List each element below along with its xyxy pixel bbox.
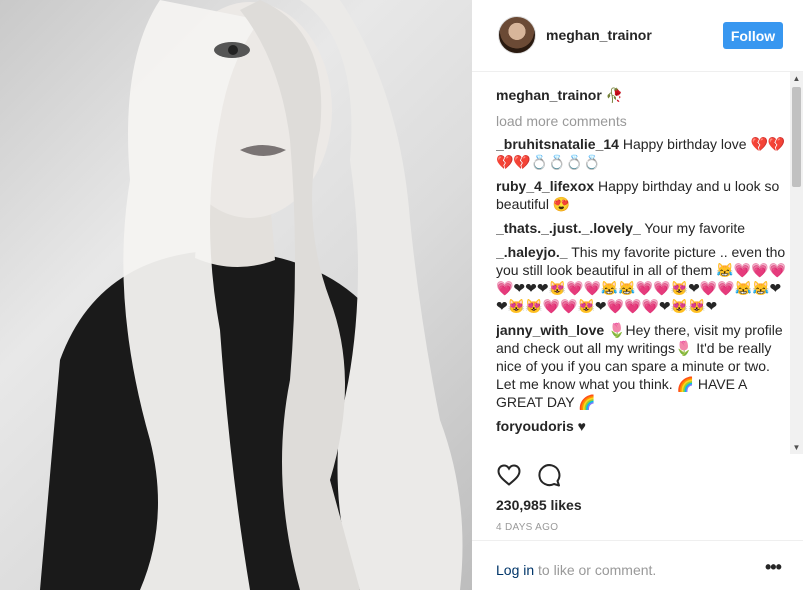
heart-icon[interactable] <box>496 462 522 488</box>
avatar[interactable] <box>498 16 536 54</box>
comment-username[interactable]: _thats._.just._.lovely_ <box>496 220 641 236</box>
follow-button[interactable]: Follow <box>723 22 783 49</box>
caption-text: 🥀 <box>605 87 624 103</box>
post-photo <box>0 0 472 590</box>
login-prompt-text: to like or comment. <box>534 562 657 578</box>
scroll-up-arrow-icon[interactable]: ▲ <box>790 72 803 85</box>
post-header: meghan_trainor Follow <box>472 0 803 72</box>
post-timestamp[interactable]: 4 DAYS AGO <box>496 522 558 533</box>
comment-item: janny_with_love 🌷Hey there, visit my pro… <box>496 321 786 411</box>
scroll-down-arrow-icon[interactable]: ▼ <box>790 441 803 454</box>
scroll-thumb[interactable] <box>792 87 801 187</box>
comment-bubble-icon[interactable] <box>536 462 562 488</box>
login-link[interactable]: Log in <box>496 562 534 578</box>
comment-item: _bruhitsnatalie_14 Happy birthday love 💔… <box>496 135 786 171</box>
comments-list: meghan_trainor 🥀 load more comments _bru… <box>496 86 786 456</box>
comment-text: ♥ <box>573 418 586 434</box>
caption-username[interactable]: meghan_trainor <box>496 87 602 103</box>
load-more-comments-link[interactable]: load more comments <box>496 112 786 130</box>
comment-username[interactable]: janny_with_love <box>496 322 604 338</box>
comments-scrollbar[interactable]: ▲ ▼ <box>790 72 803 454</box>
comment-item: _.haleyjo._ This my favorite picture .. … <box>496 243 786 315</box>
header-username[interactable]: meghan_trainor <box>546 27 652 43</box>
comment-username[interactable]: _bruhitsnatalie_14 <box>496 136 619 152</box>
comment-item: _thats._.just._.lovely_ Your my favorite <box>496 219 786 237</box>
comment-item: ruby_4_lifexox Happy birthday and u look… <box>496 177 786 213</box>
comment-username[interactable]: _.haleyjo._ <box>496 244 568 260</box>
caption: meghan_trainor 🥀 <box>496 86 786 104</box>
more-options-icon[interactable]: ••• <box>765 557 782 578</box>
post-detail-panel: meghan_trainor Follow meghan_trainor 🥀 l… <box>472 0 803 590</box>
likes-count[interactable]: 230,985 likes <box>496 497 582 513</box>
comment-username[interactable]: foryoudoris <box>496 418 574 434</box>
post-actions <box>496 462 616 490</box>
comment-item: foryoudoris ♥ <box>496 417 786 435</box>
login-prompt: Log in to like or comment. <box>496 562 656 578</box>
comment-username[interactable]: ruby_4_lifexox <box>496 178 594 194</box>
comment-text: Your my favorite <box>640 220 746 236</box>
post-footer: Log in to like or comment. ••• <box>472 540 803 590</box>
